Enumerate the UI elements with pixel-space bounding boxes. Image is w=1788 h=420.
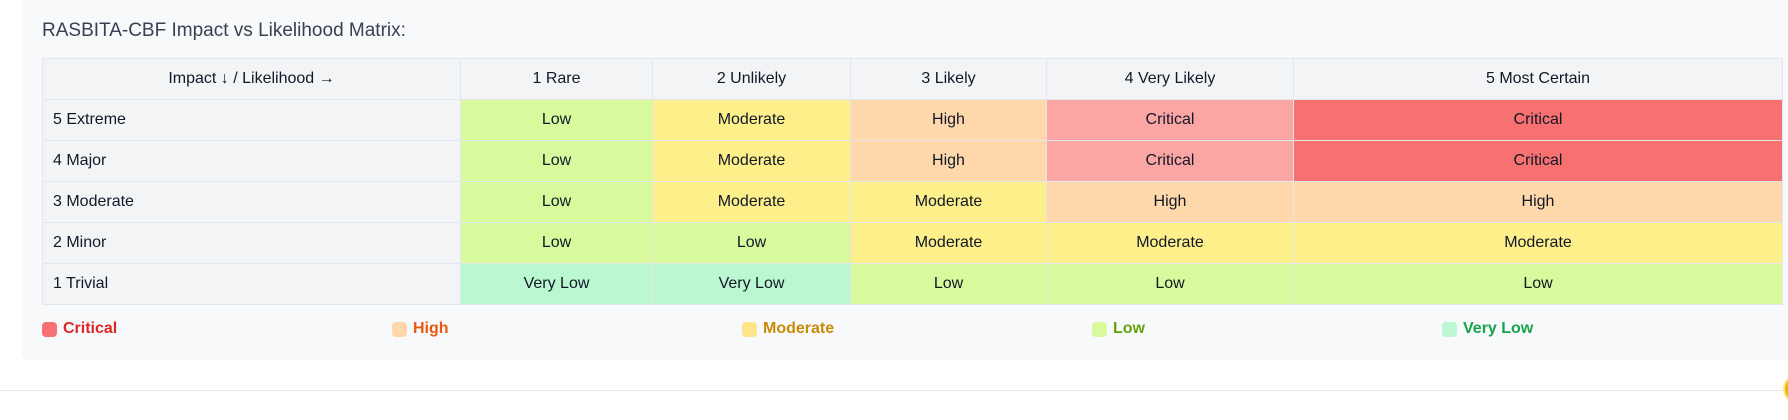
legend-label: Low [1113,320,1145,337]
risk-cell: Very Low [652,263,851,305]
legend-swatch [1092,321,1107,337]
legend-item-moderate: Moderate [742,320,834,338]
column-header: 2 Unlikely [652,58,851,100]
legend-item-low: Low [1092,320,1145,338]
risk-cell: Low [460,181,653,223]
section-divider [0,390,1788,391]
row-header: 1 Trivial [42,263,461,305]
row-header: 2 Minor [42,222,461,264]
matrix-title: RASBITA-CBF Impact vs Likelihood Matrix: [42,20,406,41]
risk-cell: Low [652,222,851,264]
legend-item-critical: Critical [42,320,117,338]
risk-cell: Critical [1293,140,1783,182]
legend-swatch [392,321,407,337]
risk-cell: High [850,140,1047,182]
risk-cell: Very Low [460,263,653,305]
table-row: 3 Moderate Low Moderate Moderate High Hi… [42,181,1783,223]
column-header: 1 Rare [460,58,653,100]
row-header: 3 Moderate [42,181,461,223]
risk-cell: Moderate [1046,222,1294,264]
legend-swatch [1442,321,1457,337]
table-row: 2 Minor Low Low Moderate Moderate Modera… [42,222,1783,264]
risk-cell: Low [460,222,653,264]
risk-cell: Critical [1046,99,1294,141]
legend-label: Critical [63,320,118,337]
table-row: 4 Major Low Moderate High Critical Criti… [42,140,1783,182]
legend-swatch [742,321,757,337]
row-header: 4 Major [42,140,461,182]
risk-cell: Moderate [652,99,851,141]
risk-cell: Moderate [652,181,851,223]
legend-label: Very Low [1463,320,1534,337]
risk-matrix-panel: RASBITA-CBF Impact vs Likelihood Matrix:… [22,0,1788,360]
risk-cell: Moderate [850,181,1047,223]
risk-cell: Low [460,140,653,182]
risk-cell: Low [1046,263,1294,305]
column-header: 3 Likely [850,58,1047,100]
table-row: 5 Extreme Low Moderate High Critical Cri… [42,99,1783,141]
risk-cell: High [850,99,1047,141]
column-header: 5 Most Certain [1293,58,1783,100]
legend-item-very-low: Very Low [1442,320,1533,338]
risk-cell: High [1046,181,1294,223]
risk-cell: Critical [1046,140,1294,182]
corner-header: Impact ↓ / Likelihood → [42,58,461,100]
legend-swatch [42,321,57,337]
column-header: 4 Very Likely [1046,58,1294,100]
legend-label: High [413,320,449,337]
risk-cell: Moderate [652,140,851,182]
risk-cell: Low [460,99,653,141]
risk-cell: High [1293,181,1783,223]
row-header: 5 Extreme [42,99,461,141]
legend-label: Moderate [763,320,835,337]
risk-cell: Critical [1293,99,1783,141]
risk-legend: Critical High Moderate Low Very Low [42,320,1782,342]
risk-cell: Moderate [1293,222,1783,264]
floating-avatar-button[interactable] [1783,374,1788,404]
legend-item-high: High [392,320,449,338]
risk-cell: Moderate [850,222,1047,264]
impact-likelihood-table: Impact ↓ / Likelihood → 1 Rare 2 Unlikel… [42,58,1783,305]
table-header-row: Impact ↓ / Likelihood → 1 Rare 2 Unlikel… [42,58,1783,100]
table-row: 1 Trivial Very Low Very Low Low Low Low [42,263,1783,305]
risk-cell: Low [1293,263,1783,305]
risk-cell: Low [850,263,1047,305]
